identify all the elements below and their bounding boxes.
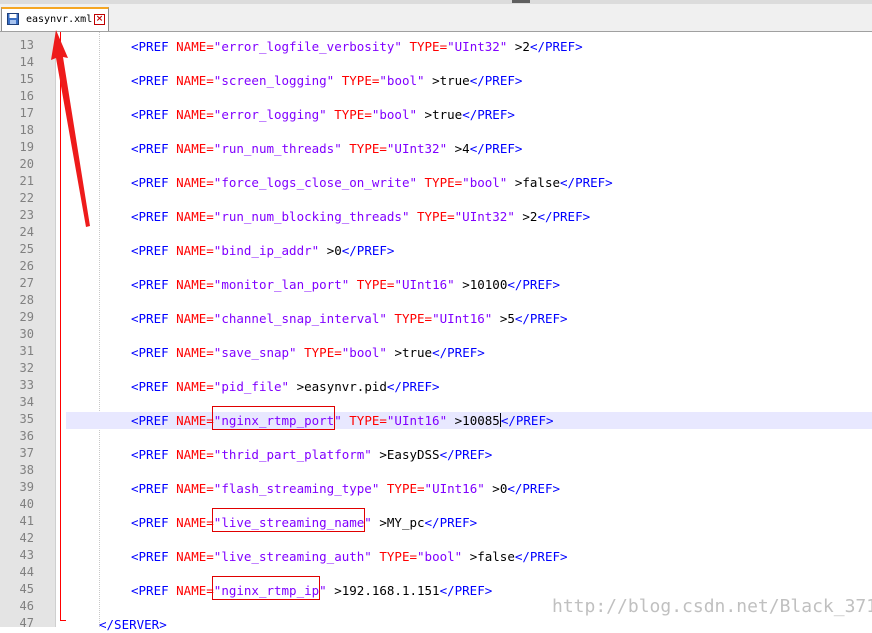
red-arrow-annotation bbox=[51, 30, 90, 227]
